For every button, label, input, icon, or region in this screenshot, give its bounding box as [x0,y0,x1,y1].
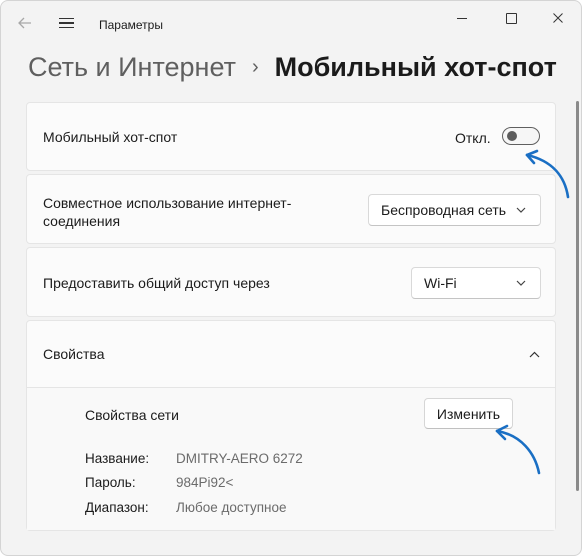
band-value: Любое доступное [176,500,287,515]
chevron-up-icon[interactable] [523,343,545,365]
password-value: 984Pi92< [176,475,234,490]
page-title: Мобильный хот-спот [274,51,557,82]
properties-title: Свойства [43,346,105,362]
share-via-label: Предоставить общий доступ через [43,275,270,291]
scrollbar[interactable] [576,101,579,491]
dropdown-value: Wi-Fi [424,275,457,291]
properties-card: Свойства Свойства сети Изменить Название… [26,320,556,531]
maximize-icon [505,12,517,24]
breadcrumb: Сеть и Интернет › Мобильный хот-спот [28,49,557,85]
dropdown-value: Беспроводная сеть [381,202,507,218]
annotation-arrow-icon [525,149,570,199]
app-title: Параметры [99,18,163,32]
breadcrumb-separator-icon: › [251,55,259,78]
toggle-state-label: Откл. [455,130,491,146]
minimize-button[interactable] [439,3,485,33]
share-via-dropdown[interactable]: Wi-Fi [411,267,541,299]
connection-sharing-card: Совместное использование интернет-соедин… [26,174,556,244]
maximize-button[interactable] [488,3,534,33]
info-key: Пароль: [85,475,136,490]
hamburger-menu-icon[interactable] [53,11,79,35]
properties-body: Свойства сети Изменить Название: DMITRY-… [27,388,555,530]
toggle-knob [507,131,517,141]
info-key: Название: [85,451,150,466]
network-properties-label: Свойства сети [85,407,179,423]
chevron-down-icon [516,205,526,216]
share-via-card: Предоставить общий доступ через Wi-Fi [26,247,556,317]
info-key: Диапазон: [85,500,149,515]
annotation-arrow-icon [495,424,541,475]
chevron-down-icon [516,278,526,289]
network-name-value: DMITRY-AERO 6272 [176,451,303,466]
settings-window: Параметры Сеть и Интернет › Мобильный хо… [0,0,582,556]
minimize-icon [457,17,467,19]
connection-sharing-label: Совместное использование интернет-соедин… [43,195,292,229]
close-icon [553,13,563,23]
back-arrow-icon[interactable] [13,11,37,35]
title-bar: Параметры [1,1,581,49]
hotspot-card: Мобильный хот-спот Откл. [26,102,556,171]
breadcrumb-parent-link[interactable]: Сеть и Интернет [28,52,236,83]
hotspot-label: Мобильный хот-спот [43,129,178,145]
properties-header[interactable]: Свойства [27,321,555,388]
close-button[interactable] [535,3,581,33]
